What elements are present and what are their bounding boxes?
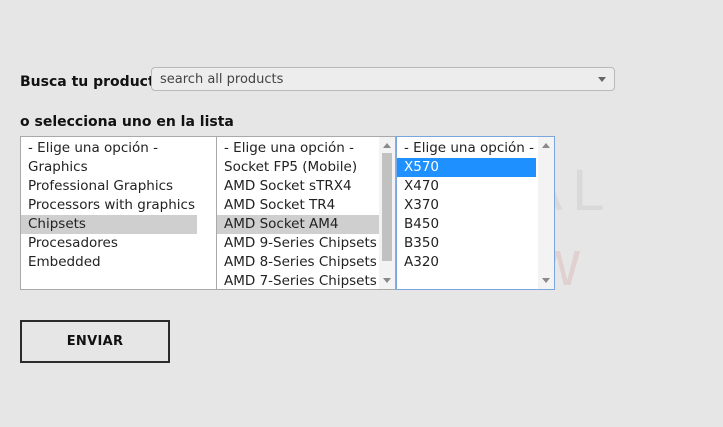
scroll-up-icon[interactable] (383, 143, 391, 148)
chipset-listbox[interactable]: - Elige una opción - X570 X470 X370 B450 B350… (396, 136, 555, 290)
product-search-value: search all products (160, 72, 284, 87)
scroll-down-icon[interactable] (542, 278, 550, 283)
list-option[interactable]: X470 (397, 177, 536, 196)
list-option[interactable]: Embedded (21, 253, 197, 272)
search-label: Busca tu producto (20, 74, 165, 90)
list-option[interactable]: - Elige una opción - (397, 139, 536, 158)
list-option[interactable]: Professional Graphics (21, 177, 197, 196)
dropdown-arrow-icon (598, 77, 606, 82)
chipset-options: - Elige una opción - X570 X470 X370 B450 B350… (397, 139, 536, 272)
list-option[interactable]: Procesadores (21, 234, 197, 253)
subcategory-listbox[interactable]: - Elige una opción - Socket FP5 (Mobile) A… (216, 136, 396, 290)
list-option[interactable]: AMD Socket sTRX4 (217, 177, 379, 196)
list-option[interactable]: Processors with graphics (21, 196, 197, 215)
list-option[interactable]: Graphics (21, 158, 197, 177)
product-search-select[interactable]: search all products (151, 67, 615, 91)
list-option[interactable]: X570 (397, 158, 536, 177)
subcategory-options: - Elige una opción - Socket FP5 (Mobile) A… (217, 139, 379, 289)
category-options: - Elige una opción - Graphics Professional… (21, 139, 197, 272)
list-option[interactable]: B450 (397, 215, 536, 234)
submit-button[interactable]: ENVIAR (20, 320, 170, 363)
scroll-down-icon[interactable] (383, 278, 391, 283)
list-option[interactable]: B350 (397, 234, 536, 253)
list-option[interactable]: Chipsets (21, 215, 197, 234)
list-option[interactable]: AMD Socket AM4 (217, 215, 379, 234)
list-option[interactable]: X370 (397, 196, 536, 215)
category-listbox[interactable]: - Elige una opción - Graphics Professional… (20, 136, 217, 290)
list-option[interactable]: - Elige una opción - (217, 139, 379, 158)
list-option[interactable]: AMD Socket TR4 (217, 196, 379, 215)
list-option[interactable]: AMD 9-Series Chipsets (217, 234, 379, 253)
chipset-scrollbar[interactable] (538, 137, 554, 289)
scroll-up-icon[interactable] (542, 143, 550, 148)
subcategory-scrollbar[interactable] (379, 137, 395, 289)
list-option[interactable]: A320 (397, 253, 536, 272)
list-label: o selecciona uno en la lista (20, 114, 234, 130)
list-option[interactable]: - Elige una opción - (21, 139, 197, 158)
list-option[interactable]: AMD 7-Series Chipsets (217, 272, 379, 289)
scrollbar-thumb[interactable] (382, 153, 392, 261)
list-option[interactable]: AMD 8-Series Chipsets (217, 253, 379, 272)
list-option[interactable]: Socket FP5 (Mobile) (217, 158, 379, 177)
